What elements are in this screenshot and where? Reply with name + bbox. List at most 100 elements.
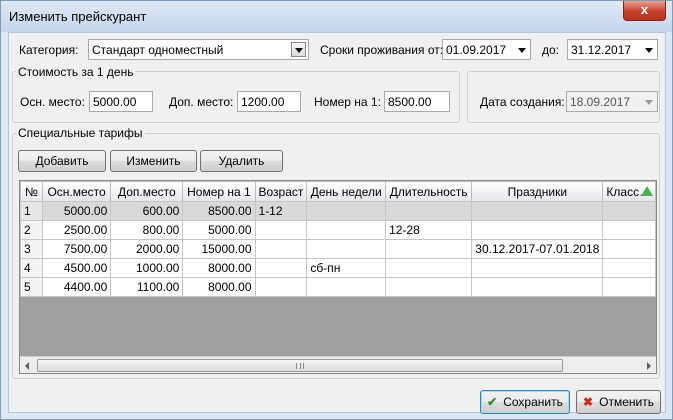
table-cell[interactable] <box>306 277 387 297</box>
table-cell[interactable]: 5000.00 <box>182 220 256 240</box>
main-place-input[interactable]: 5000.00 <box>89 91 153 112</box>
column-header[interactable]: Осн.место <box>41 181 112 202</box>
cancel-button[interactable]: ✖ Отменить <box>576 390 661 414</box>
single-room-value: 8500.00 <box>388 95 432 109</box>
table-cell[interactable] <box>254 220 308 240</box>
add-tariff-button[interactable]: Добавить <box>18 150 106 172</box>
extra-place-input[interactable]: 1200.00 <box>237 91 301 112</box>
table-row[interactable]: 4 4500.00 1000.00 8000.00 сб-пн <box>20 258 656 278</box>
row-number-cell[interactable]: 2 <box>20 220 43 240</box>
column-chooser-icon[interactable] <box>641 186 653 196</box>
table-cell[interactable]: 8000.00 <box>182 258 256 278</box>
cancel-label: Отменить <box>599 395 654 409</box>
table-cell[interactable] <box>471 258 604 278</box>
creation-date-label: Дата создания: <box>480 95 565 109</box>
table-cell[interactable]: 2500.00 <box>41 220 112 240</box>
delete-tariff-button[interactable]: Удалить <box>200 150 283 172</box>
close-icon: x <box>640 2 649 17</box>
table-cell[interactable]: сб-пн <box>306 258 387 278</box>
main-place-value: 5000.00 <box>93 95 137 109</box>
creation-date-picker: 18.09.2017 <box>566 91 658 112</box>
table-cell[interactable]: 15000.00 <box>182 239 256 259</box>
scrollbar-thumb[interactable] <box>37 359 563 372</box>
table-cell[interactable]: 8000.00 <box>182 277 256 297</box>
table-cell[interactable] <box>254 277 308 297</box>
column-header[interactable]: Длительность <box>385 181 473 202</box>
column-header[interactable]: Возраст <box>254 181 308 202</box>
table-cell[interactable] <box>385 258 473 278</box>
table-cell[interactable] <box>306 239 387 259</box>
category-value: Стандарт одноместный <box>92 43 224 57</box>
table-cell[interactable]: 30.12.2017-07.01.2018 <box>471 239 604 259</box>
column-header[interactable]: День недели <box>306 181 387 202</box>
close-button[interactable]: x <box>623 1 666 21</box>
table-cell[interactable]: 600.00 <box>110 201 184 221</box>
table-cell[interactable] <box>471 277 604 297</box>
single-room-input[interactable]: 8500.00 <box>384 91 450 112</box>
table-cell[interactable]: 800.00 <box>110 220 184 240</box>
row-number-cell[interactable]: 1 <box>20 201 43 221</box>
table-cell[interactable] <box>385 239 473 259</box>
category-select[interactable]: Стандарт одноместный <box>88 39 309 60</box>
stay-to-value: 31.12.2017 <box>571 43 632 57</box>
table-cell[interactable]: 4400.00 <box>41 277 112 297</box>
table-cell[interactable] <box>602 201 656 221</box>
table-cell[interactable] <box>602 239 656 259</box>
column-header[interactable]: Номер на 1 <box>182 181 256 202</box>
chevron-down-icon[interactable] <box>518 48 526 53</box>
column-header[interactable]: Класс… <box>602 181 656 202</box>
table-cell[interactable] <box>306 201 387 221</box>
cancel-x-icon: ✖ <box>583 395 594 409</box>
price-list-dialog: Изменить прейскурант x Категория: Станда… <box>0 0 673 420</box>
table-cell[interactable] <box>254 239 308 259</box>
special-tariffs-table[interactable]: № Осн.место Доп.место Номер на 1 Возраст… <box>19 180 657 374</box>
table-cell[interactable] <box>602 258 656 278</box>
table-cell[interactable] <box>471 220 604 240</box>
table-row[interactable]: 5 4400.00 1100.00 8000.00 <box>20 277 656 297</box>
extra-place-label: Доп. место: <box>169 95 234 109</box>
stay-from-date-picker[interactable]: 01.09.2017 <box>442 39 531 60</box>
creation-date-value: 18.09.2017 <box>570 95 631 109</box>
table-cell[interactable] <box>602 277 656 297</box>
tariffs-data-table: № Осн.место Доп.место Номер на 1 Возраст… <box>20 181 656 297</box>
table-row[interactable]: 3 7500.00 2000.00 15000.00 30.12.2017-07.01.… <box>20 239 656 259</box>
row-number-cell[interactable]: 3 <box>20 239 43 259</box>
row-number-cell[interactable]: 5 <box>20 277 43 297</box>
dialog-body: Категория: Стандарт одноместный Сроки пр… <box>8 32 666 414</box>
title-bar[interactable]: Изменить прейскурант x <box>1 1 672 32</box>
table-cell[interactable]: 7500.00 <box>41 239 112 259</box>
extra-place-value: 1200.00 <box>241 95 285 109</box>
table-cell[interactable]: 4500.00 <box>41 258 112 278</box>
table-cell[interactable]: 1100.00 <box>110 277 184 297</box>
table-cell[interactable] <box>385 201 473 221</box>
stay-to-date-picker[interactable]: 31.12.2017 <box>567 39 658 60</box>
horizontal-scrollbar[interactable] <box>20 356 656 373</box>
scroll-left-icon[interactable] <box>25 362 29 370</box>
edit-tariff-button[interactable]: Изменить <box>110 150 197 172</box>
save-button[interactable]: ✔ Сохранить <box>480 390 570 414</box>
table-cell[interactable] <box>306 220 387 240</box>
table-cell[interactable]: 2000.00 <box>110 239 184 259</box>
table-cell[interactable] <box>602 220 656 240</box>
window-title: Изменить прейскурант <box>9 9 147 24</box>
column-header[interactable]: № <box>20 181 43 202</box>
category-label: Категория: <box>19 43 79 57</box>
table-cell[interactable]: 1-12 <box>254 201 308 221</box>
table-row[interactable]: 2 2500.00 800.00 5000.00 12-28 <box>20 220 656 240</box>
chevron-down-icon[interactable] <box>645 48 653 53</box>
table-cell[interactable]: 8500.00 <box>182 201 256 221</box>
table-row[interactable]: 1 5000.00 600.00 8500.00 1-12 <box>20 201 656 221</box>
stay-from-label: Сроки проживания от: <box>320 43 444 57</box>
column-header[interactable]: Доп.место <box>110 181 184 202</box>
dropdown-arrow-icon[interactable] <box>291 42 306 57</box>
column-header[interactable]: Праздники <box>471 181 604 202</box>
table-cell[interactable] <box>471 201 604 221</box>
table-cell[interactable]: 1000.00 <box>110 258 184 278</box>
scroll-right-icon[interactable] <box>647 362 651 370</box>
table-cell[interactable]: 12-28 <box>385 220 473 240</box>
table-cell[interactable] <box>254 258 308 278</box>
table-cell[interactable] <box>385 277 473 297</box>
chevron-down-icon <box>645 100 653 105</box>
table-cell[interactable]: 5000.00 <box>41 201 112 221</box>
row-number-cell[interactable]: 4 <box>20 258 43 278</box>
